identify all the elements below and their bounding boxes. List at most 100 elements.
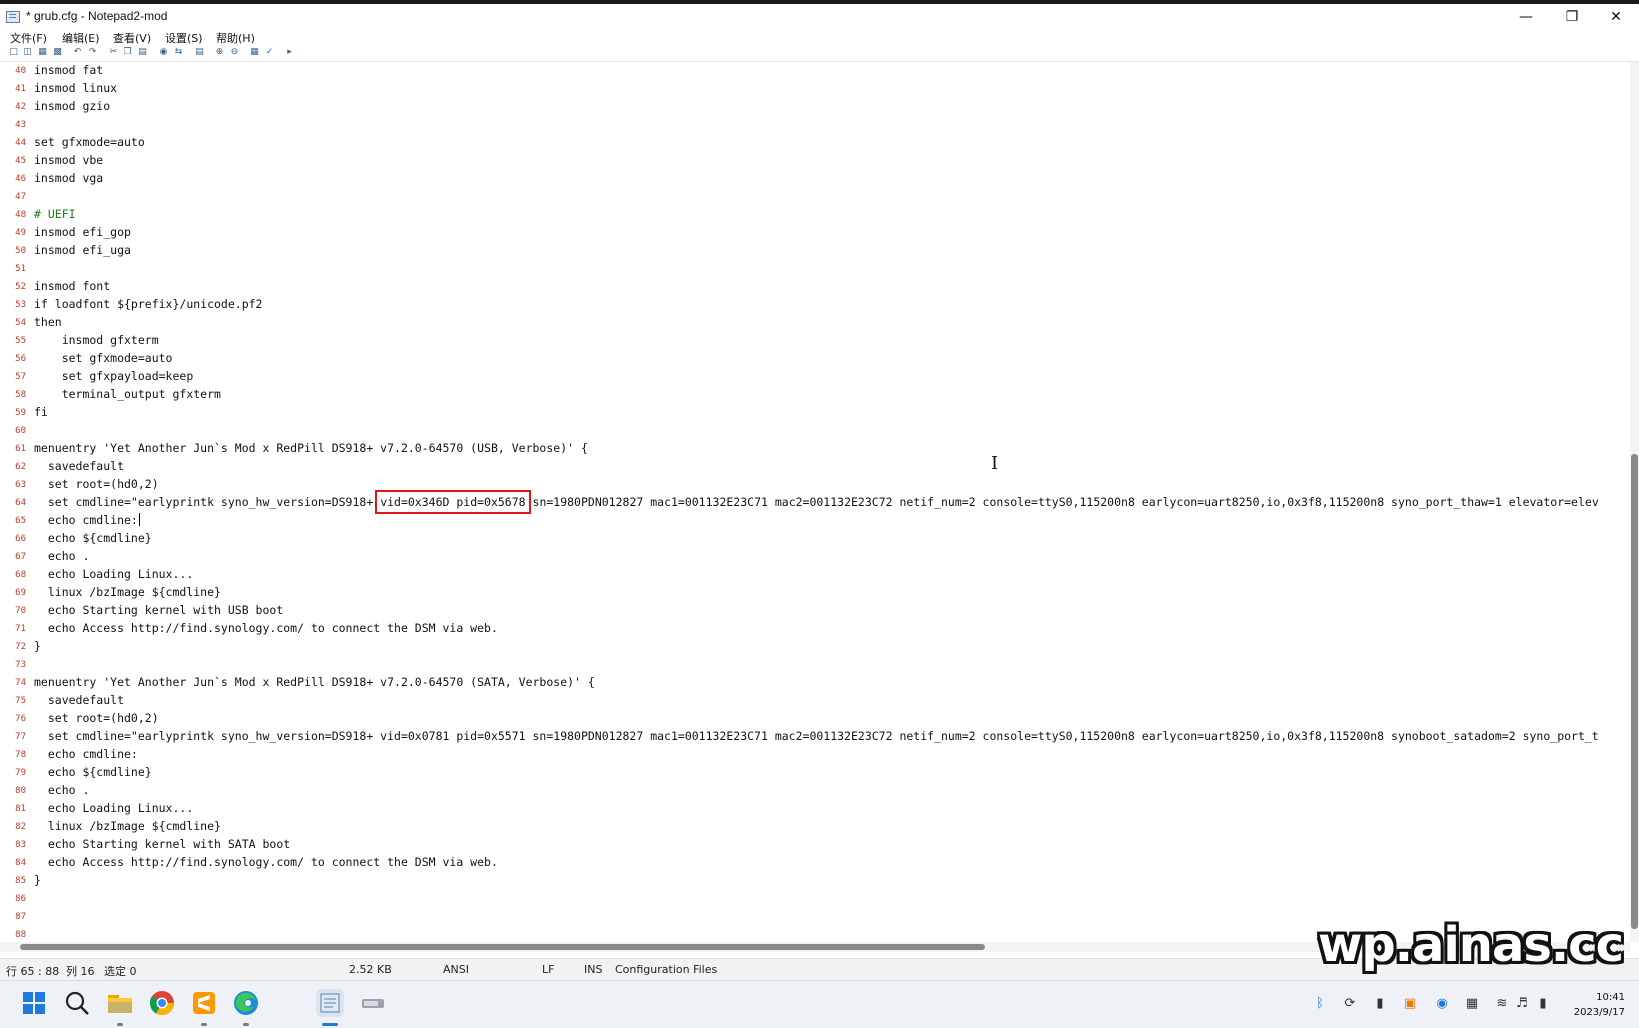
open-folder-icon[interactable]: ◫ <box>22 47 33 58</box>
code-line[interactable]: 72} <box>0 638 1630 656</box>
input-method-icon[interactable]: ▦ <box>1464 996 1480 1012</box>
code-line[interactable]: 48 # UEFI <box>0 206 1630 224</box>
code-line[interactable]: 82 linux /bzImage ${cmdline} <box>0 818 1630 836</box>
status-insert-mode[interactable]: INS <box>584 963 602 976</box>
code-line[interactable]: 59 fi <box>0 404 1630 422</box>
code-line[interactable]: 71 echo Access http://find.synology.com/… <box>0 620 1630 638</box>
code-line[interactable]: 67 echo . <box>0 548 1630 566</box>
code-line[interactable]: 84 echo Access http://find.synology.com/… <box>0 854 1630 872</box>
close-button[interactable]: ✕ <box>1593 4 1639 30</box>
editor-area[interactable]: 40 insmod fat 41 insmod linux 42 insmod gzio 4… <box>0 62 1630 942</box>
code-line[interactable]: 52 insmod font <box>0 278 1630 296</box>
code-line[interactable]: 41 insmod linux <box>0 80 1630 98</box>
code-line[interactable]: 57 set gfxpayload=keep <box>0 368 1630 386</box>
title-bar[interactable]: * grub.cfg - Notepad2-mod — ❐ ✕ <box>0 4 1639 30</box>
scheme-icon[interactable]: ▦ <box>249 47 260 58</box>
zoom-out-icon[interactable]: ⊖ <box>229 47 240 58</box>
search-button[interactable] <box>63 989 91 1017</box>
code-line[interactable]: 76 set root=(hd0,2) <box>0 710 1630 728</box>
find-icon[interactable]: ◉ <box>158 47 169 58</box>
file-explorer-button[interactable] <box>106 989 134 1017</box>
start-button[interactable] <box>20 989 48 1017</box>
code-line[interactable]: 50 insmod efi_uga <box>0 242 1630 260</box>
microphone-icon[interactable]: ◉ <box>1434 996 1450 1012</box>
code-line[interactable]: 43 <box>0 116 1630 134</box>
edge-button[interactable] <box>232 989 260 1017</box>
sublime-button[interactable] <box>190 989 218 1017</box>
code-line[interactable]: 66 echo ${cmdline} <box>0 530 1630 548</box>
bluetooth-icon[interactable]: ᛒ <box>1312 996 1328 1012</box>
paste-icon[interactable]: ▤ <box>137 47 148 58</box>
code-line[interactable]: 70 echo Starting kernel with USB boot <box>0 602 1630 620</box>
code-line[interactable]: 79 echo ${cmdline} <box>0 764 1630 782</box>
code-line[interactable]: 55 insmod gfxterm <box>0 332 1630 350</box>
exit-icon[interactable]: ▸ <box>284 47 295 58</box>
code-text: echo ${cmdline} <box>34 765 152 779</box>
vertical-scroll-thumb[interactable] <box>1631 454 1638 929</box>
minimize-button[interactable]: — <box>1503 4 1549 30</box>
code-line[interactable]: 78 echo cmdline: <box>0 746 1630 764</box>
menu-settings[interactable]: 设置(S) <box>165 30 203 46</box>
code-line[interactable]: 65 echo cmdline: <box>0 512 1630 530</box>
code-line[interactable]: 40 insmod fat <box>0 62 1630 80</box>
code-line[interactable]: 45 insmod vbe <box>0 152 1630 170</box>
zoom-in-icon[interactable]: ⊕ <box>214 47 225 58</box>
volume-icon[interactable]: ♬ <box>1514 996 1530 1012</box>
menu-file[interactable]: 文件(F) <box>10 30 47 46</box>
vertical-scrollbar[interactable] <box>1630 62 1639 942</box>
status-line-ending[interactable]: LF <box>542 963 554 976</box>
code-line[interactable]: 69 linux /bzImage ${cmdline} <box>0 584 1630 602</box>
code-line[interactable]: 63 set root=(hd0,2) <box>0 476 1630 494</box>
battery-icon[interactable]: ▮ <box>1535 996 1551 1012</box>
code-line[interactable]: 62 savedefault <box>0 458 1630 476</box>
redo-icon[interactable]: ↷ <box>87 47 98 58</box>
cut-icon[interactable]: ✂ <box>108 47 119 58</box>
restore-button[interactable]: ❐ <box>1549 4 1595 30</box>
code-line[interactable]: 85} <box>0 872 1630 890</box>
copy-icon[interactable]: ❐ <box>122 47 133 58</box>
browse-icon[interactable]: ▦ <box>37 47 48 58</box>
code-line[interactable]: 68 echo Loading Linux... <box>0 566 1630 584</box>
sync-icon[interactable]: ⟳ <box>1342 996 1358 1012</box>
code-line[interactable]: 54 then <box>0 314 1630 332</box>
save-icon[interactable]: ▩ <box>52 47 63 58</box>
status-scheme[interactable]: Configuration Files <box>615 963 717 976</box>
code-line[interactable]: 56 set gfxmode=auto <box>0 350 1630 368</box>
code-line[interactable]: 58 terminal_output gfxterm <box>0 386 1630 404</box>
notepad2-taskbar-button[interactable] <box>316 989 344 1017</box>
code-line[interactable]: 86 <box>0 890 1630 908</box>
code-line[interactable]: 75 savedefault <box>0 692 1630 710</box>
customize-scheme-icon[interactable]: ✓ <box>264 47 275 58</box>
menu-edit[interactable]: 编辑(E) <box>62 30 100 46</box>
code-line[interactable]: 53 if loadfont ${prefix}/unicode.pf2 <box>0 296 1630 314</box>
horizontal-scroll-thumb[interactable] <box>20 944 985 950</box>
code-line[interactable]: 80 echo . <box>0 782 1630 800</box>
code-line[interactable]: 51 <box>0 260 1630 278</box>
chrome-button[interactable] <box>148 989 176 1017</box>
code-line[interactable]: 81 echo Loading Linux... <box>0 800 1630 818</box>
code-line[interactable]: 47 <box>0 188 1630 206</box>
code-line[interactable]: 44 set gfxmode=auto <box>0 134 1630 152</box>
code-line[interactable]: 60 <box>0 422 1630 440</box>
drive-tool-button[interactable] <box>359 989 387 1017</box>
code-line[interactable]: 61 menuentry 'Yet Another Jun`s Mod x Red… <box>0 440 1630 458</box>
word-wrap-icon[interactable]: ▤ <box>194 47 205 58</box>
code-line[interactable]: 73 <box>0 656 1630 674</box>
code-line[interactable]: 74 menuentry 'Yet Another Jun`s Mod x Red… <box>0 674 1630 692</box>
status-encoding[interactable]: ANSI <box>443 963 469 976</box>
undo-icon[interactable]: ↶ <box>72 47 83 58</box>
system-clock[interactable]: 10:41 2023/9/17 <box>1574 990 1625 1020</box>
menu-help[interactable]: 帮助(H) <box>216 30 255 46</box>
menu-view[interactable]: 查看(V) <box>113 30 151 46</box>
code-line[interactable]: 46 insmod vga <box>0 170 1630 188</box>
code-line[interactable]: 49 insmod efi_gop <box>0 224 1630 242</box>
code-line[interactable]: 42 insmod gzio <box>0 98 1630 116</box>
usb-drive-icon[interactable]: ▮ <box>1372 996 1388 1012</box>
app-tray-icon[interactable]: ▣ <box>1402 996 1418 1012</box>
replace-icon[interactable]: ⇆ <box>173 47 184 58</box>
code-line[interactable]: 83 echo Starting kernel with SATA boot <box>0 836 1630 854</box>
new-file-icon[interactable]: □ <box>8 47 19 58</box>
code-line[interactable]: 77 set cmdline="earlyprintk syno_hw_vers… <box>0 728 1630 746</box>
wifi-icon[interactable]: ≋ <box>1494 996 1510 1012</box>
code-line[interactable]: 64 set cmdline="earlyprintk syno_hw_vers… <box>0 490 1630 514</box>
